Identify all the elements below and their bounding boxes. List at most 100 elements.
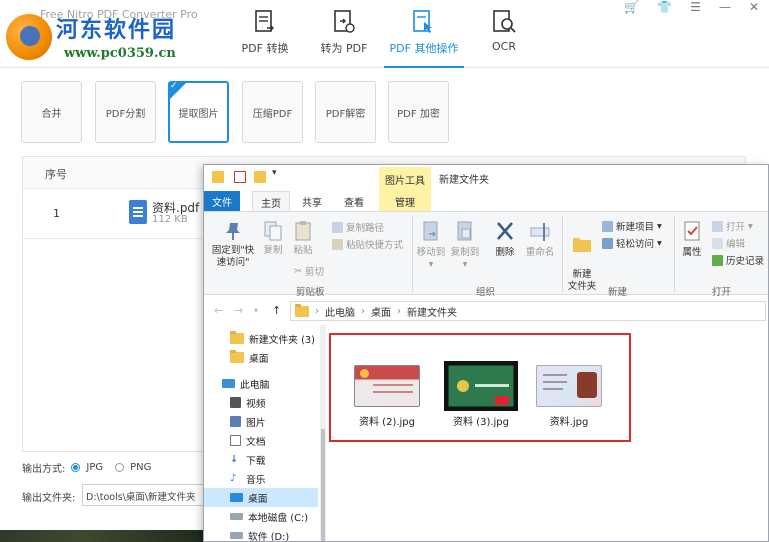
delete-button[interactable]: 删除: [492, 220, 518, 259]
tab-share[interactable]: 共享: [294, 191, 330, 211]
easy-access-button[interactable]: 轻松访问 ▾: [602, 236, 662, 250]
encrypt-pdf-button[interactable]: PDF 加密: [388, 81, 449, 143]
breadcrumb-separator: ›: [397, 305, 401, 317]
png-radio[interactable]: [115, 463, 125, 472]
close-icon[interactable]: ✕: [749, 0, 759, 16]
compress-pdf-button-label: 压缩PDF: [252, 108, 293, 120]
copy-path-button[interactable]: 复制路径: [332, 220, 384, 234]
jpg-radio-label: JPG: [86, 462, 104, 473]
cart-icon[interactable]: 🛒: [624, 0, 639, 16]
tab-ocr[interactable]: OCR: [464, 0, 544, 68]
address-path-box[interactable]: › 此电脑 › 桌面 › 新建文件夹: [290, 301, 766, 321]
tab-home[interactable]: 主页: [252, 191, 290, 211]
pdf-other-ops-icon: [413, 10, 432, 33]
nav-item-local-disk-c[interactable]: 本地磁盘 (C:): [204, 507, 318, 526]
up-arrow-icon[interactable]: ↑: [272, 304, 281, 317]
nav-item-pictures[interactable]: 图片: [204, 412, 318, 431]
clipboard-group-label: 剪贴板: [296, 287, 325, 298]
recent-locations-icon[interactable]: ▾: [254, 306, 258, 315]
history-button[interactable]: 历史记录: [712, 253, 764, 267]
breadcrumb-new-folder[interactable]: 新建文件夹: [407, 304, 457, 319]
file-name-1[interactable]: 资料 (2).jpg: [342, 413, 432, 428]
tab-file[interactable]: 文件: [204, 191, 240, 211]
new-folder-icon: [573, 238, 591, 252]
explorer-title-bar: ▾ 图片工具 新建文件夹: [204, 165, 768, 191]
image-thumbnail-3[interactable]: [532, 361, 606, 411]
pin-label: 固定到"快速访问": [211, 245, 255, 268]
menu-icon[interactable]: ☰: [690, 0, 701, 16]
history-label: 历史记录: [726, 256, 765, 267]
nav-item-videos[interactable]: 视频: [204, 393, 318, 412]
paste-shortcut-button[interactable]: 粘贴快捷方式: [332, 237, 403, 251]
tab-manage[interactable]: 管理: [379, 191, 431, 211]
tab-view[interactable]: 查看: [336, 191, 372, 211]
tab-pdf-convert[interactable]: PDF 转换: [225, 0, 305, 68]
paste-shortcut-label: 粘贴快捷方式: [346, 240, 404, 251]
nav-item-label: 新建文件夹 (3): [249, 334, 315, 346]
tab-to-pdf[interactable]: 转为 PDF: [304, 0, 384, 68]
nav-item-label: 桌面: [249, 353, 269, 365]
new-folder-button[interactable]: 新建 文件夹: [566, 220, 598, 293]
output-mode: 输出方式: JPG PNG: [22, 460, 151, 475]
back-arrow-icon[interactable]: ←: [214, 304, 223, 317]
new-item-button[interactable]: 新建项目 ▾: [602, 219, 662, 233]
history-icon: [712, 254, 723, 266]
cut-button[interactable]: ✂ 剪切: [294, 264, 324, 279]
pin-quick-access-button[interactable]: 固定到"快速访问": [208, 220, 258, 269]
properties-quick-icon[interactable]: [234, 171, 246, 183]
tab-pdf-other-ops-label: PDF 其他操作: [389, 42, 459, 55]
nav-item-music[interactable]: ♪ 音乐: [204, 469, 318, 488]
edit-label: 编辑: [726, 239, 746, 250]
file-name-3[interactable]: 资料.jpg: [524, 413, 614, 428]
tab-pdf-other-ops[interactable]: PDF 其他操作: [384, 0, 464, 68]
paste-shortcut-icon: [332, 238, 343, 250]
nav-item-new-folder-3[interactable]: 新建文件夹 (3): [204, 329, 318, 348]
jpg-radio[interactable]: [71, 463, 81, 472]
rename-button[interactable]: 重命名: [524, 220, 556, 259]
image-thumbnail-1[interactable]: [350, 361, 424, 411]
nav-item-desktop[interactable]: 桌面: [204, 488, 318, 507]
nav-item-desktop-quick[interactable]: 桌面: [204, 348, 318, 367]
properties-button[interactable]: 属性: [678, 220, 706, 259]
extract-images-button-label: 提取图片: [178, 108, 219, 120]
nav-item-this-pc[interactable]: 此电脑: [204, 374, 318, 393]
edit-button[interactable]: 编辑: [712, 236, 745, 250]
edit-icon: [712, 237, 723, 249]
output-folder-label: 输出文件夹:: [22, 493, 76, 504]
downloads-icon: ↓: [230, 454, 239, 465]
breadcrumb-desktop[interactable]: 桌面: [371, 304, 391, 319]
properties-icon: [684, 221, 700, 241]
image-thumbnail-2[interactable]: [444, 361, 518, 411]
nav-item-documents[interactable]: 文档: [204, 431, 318, 450]
move-to-button[interactable]: 移动到▾: [416, 220, 446, 271]
folder-icon: [212, 171, 224, 183]
output-folder-input[interactable]: D:\tools\桌面\新建文件夹: [82, 484, 206, 506]
nav-item-software-d[interactable]: 软件 (D:): [204, 526, 318, 541]
forward-arrow-icon[interactable]: →: [234, 304, 243, 317]
minimize-icon[interactable]: —: [719, 0, 731, 16]
new-item-label: 新建项目: [616, 222, 655, 233]
logo-text: 河东软件园: [56, 17, 177, 43]
breadcrumb-this-pc[interactable]: 此电脑: [325, 304, 355, 319]
copy-to-button[interactable]: 复制到▾: [450, 220, 480, 271]
new-folder-quick-icon[interactable]: [254, 171, 266, 183]
tab-pdf-convert-label: PDF 转换: [241, 42, 289, 55]
compress-pdf-button[interactable]: 压缩PDF: [242, 81, 303, 143]
rename-icon: [530, 223, 550, 241]
split-pdf-button[interactable]: PDF分割: [95, 81, 156, 143]
customize-quick-access-icon[interactable]: ▾: [272, 168, 284, 180]
nav-item-downloads[interactable]: ↓ 下载: [204, 450, 318, 469]
folder-icon: [230, 331, 244, 344]
extract-images-button[interactable]: ✓ 提取图片: [168, 81, 229, 143]
pin-icon: [226, 223, 240, 240]
shirt-icon[interactable]: 👕: [657, 0, 672, 16]
paste-button[interactable]: 粘贴: [290, 220, 316, 257]
copy-button[interactable]: 复制: [260, 220, 286, 257]
open-button[interactable]: 打开 ▾: [712, 219, 753, 233]
easy-access-label: 轻松访问: [616, 239, 655, 250]
file-name-2[interactable]: 资料 (3).jpg: [436, 413, 526, 428]
merge-button[interactable]: 合并: [21, 81, 82, 143]
paste-icon: [295, 221, 311, 241]
decrypt-pdf-button[interactable]: PDF解密: [315, 81, 376, 143]
watermark-logo: 河东软件园 www.pc0359.cn: [6, 10, 216, 64]
